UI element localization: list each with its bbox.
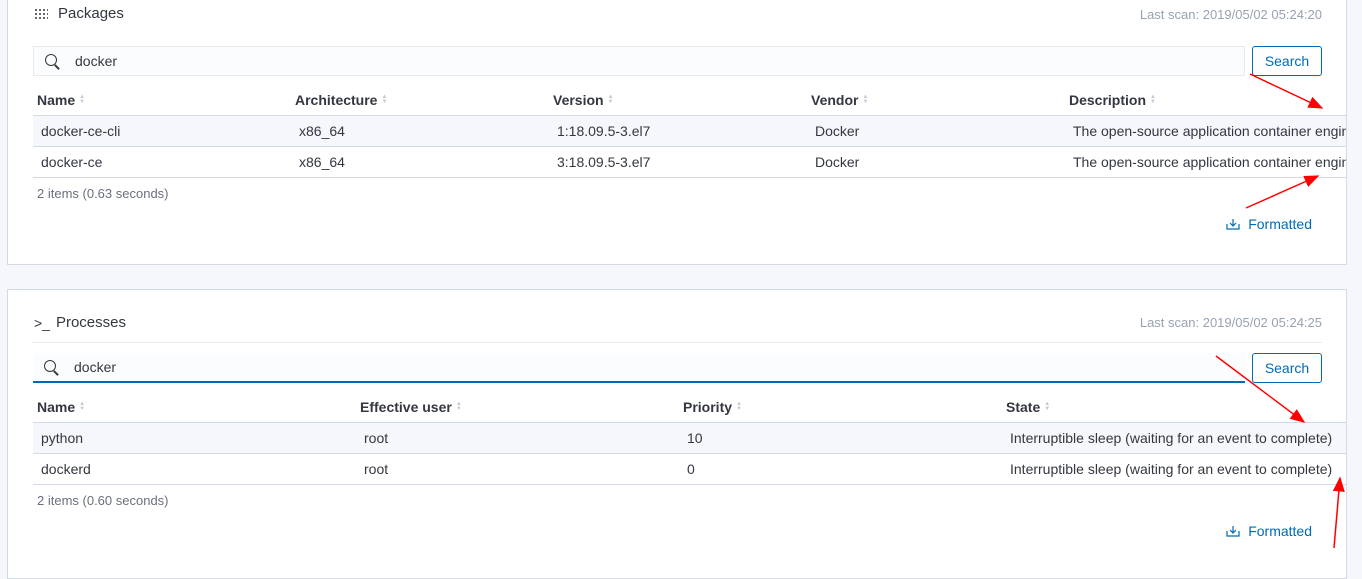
- processes-items-count: 2 items (0.60 seconds): [37, 493, 169, 508]
- sort-icon: ▲ ▼: [607, 94, 614, 105]
- column-header-name[interactable]: Name ▲ ▼: [33, 92, 291, 108]
- packages-formatted-link[interactable]: Formatted: [1226, 216, 1312, 232]
- processes-table: Name ▲ ▼ Effective user ▲ ▼ Priority ▲ ▼ State…: [33, 392, 1346, 485]
- processes-last-scan: Last scan: 2019/05/02 05:24:25: [1139, 315, 1322, 330]
- packages-last-scan: Last scan: 2019/05/02 05:24:20: [1139, 7, 1322, 22]
- sort-icon: ▲ ▼: [1150, 94, 1156, 105]
- packages-title: Packages: [34, 5, 124, 22]
- packages-table: Name ▲ ▼ Architecture ▲ ▼ Version ▲ ▼ Vendor ▲ ▼…: [33, 85, 1346, 178]
- packages-items-count: 2 items (0.63 seconds): [37, 186, 169, 201]
- column-header-version[interactable]: Version ▲ ▼: [549, 92, 807, 108]
- processes-formatted-link[interactable]: Formatted: [1226, 523, 1312, 539]
- table-row[interactable]: dockerd root 0 Interruptible sleep (wait…: [33, 454, 1346, 485]
- packages-search-input[interactable]: [73, 52, 1177, 70]
- column-header-description[interactable]: Description ▲ ▼: [1065, 92, 1346, 108]
- packages-search-button[interactable]: Search: [1252, 46, 1322, 76]
- grid-icon: [35, 8, 48, 19]
- processes-title-text: Processes: [55, 314, 126, 331]
- column-header-vendor[interactable]: Vendor ▲ ▼: [807, 92, 1065, 108]
- panel-divider: [32, 342, 1322, 343]
- packages-panel: Packages Last scan: 2019/05/02 05:24:20 …: [7, 0, 1347, 265]
- column-header-effective-user[interactable]: Effective user ▲ ▼: [356, 399, 679, 415]
- sort-icon: ▲ ▼: [1044, 401, 1051, 412]
- processes-search-input[interactable]: [72, 358, 1176, 376]
- processes-search-button[interactable]: Search: [1252, 353, 1322, 383]
- packages-title-text: Packages: [58, 5, 124, 22]
- packages-table-header: Name ▲ ▼ Architecture ▲ ▼ Version ▲ ▼ Vendor ▲ ▼…: [33, 85, 1346, 116]
- processes-panel: >_ Processes Last scan: 2019/05/02 05:24…: [7, 289, 1347, 579]
- sort-icon: ▲ ▼: [381, 94, 388, 105]
- processes-title: >_ Processes: [34, 314, 126, 331]
- processes-table-header: Name ▲ ▼ Effective user ▲ ▼ Priority ▲ ▼ State…: [33, 392, 1346, 423]
- column-header-state[interactable]: State ▲ ▼: [1002, 399, 1346, 415]
- terminal-icon: >_: [34, 314, 50, 331]
- table-row[interactable]: python root 10 Interruptible sleep (wait…: [33, 423, 1346, 454]
- download-icon: [1226, 526, 1240, 537]
- download-icon: [1226, 219, 1240, 230]
- column-header-name[interactable]: Name ▲ ▼: [33, 399, 356, 415]
- search-icon: [44, 360, 58, 374]
- search-icon: [45, 54, 59, 68]
- column-header-architecture[interactable]: Architecture ▲ ▼: [291, 92, 549, 108]
- packages-search-box[interactable]: [33, 46, 1245, 76]
- table-row[interactable]: docker-ce-cli x86_64 1:18.09.5-3.el7 Doc…: [33, 116, 1346, 147]
- sort-icon: ▲ ▼: [455, 401, 462, 412]
- sort-icon: ▲ ▼: [862, 94, 869, 105]
- sort-icon: ▲ ▼: [79, 401, 86, 412]
- column-header-priority[interactable]: Priority ▲ ▼: [679, 399, 1002, 415]
- processes-search-box[interactable]: [33, 353, 1245, 383]
- sort-icon: ▲ ▼: [736, 401, 742, 412]
- table-row[interactable]: docker-ce x86_64 3:18.09.5-3.el7 Docker …: [33, 147, 1346, 178]
- sort-icon: ▲ ▼: [79, 94, 86, 105]
